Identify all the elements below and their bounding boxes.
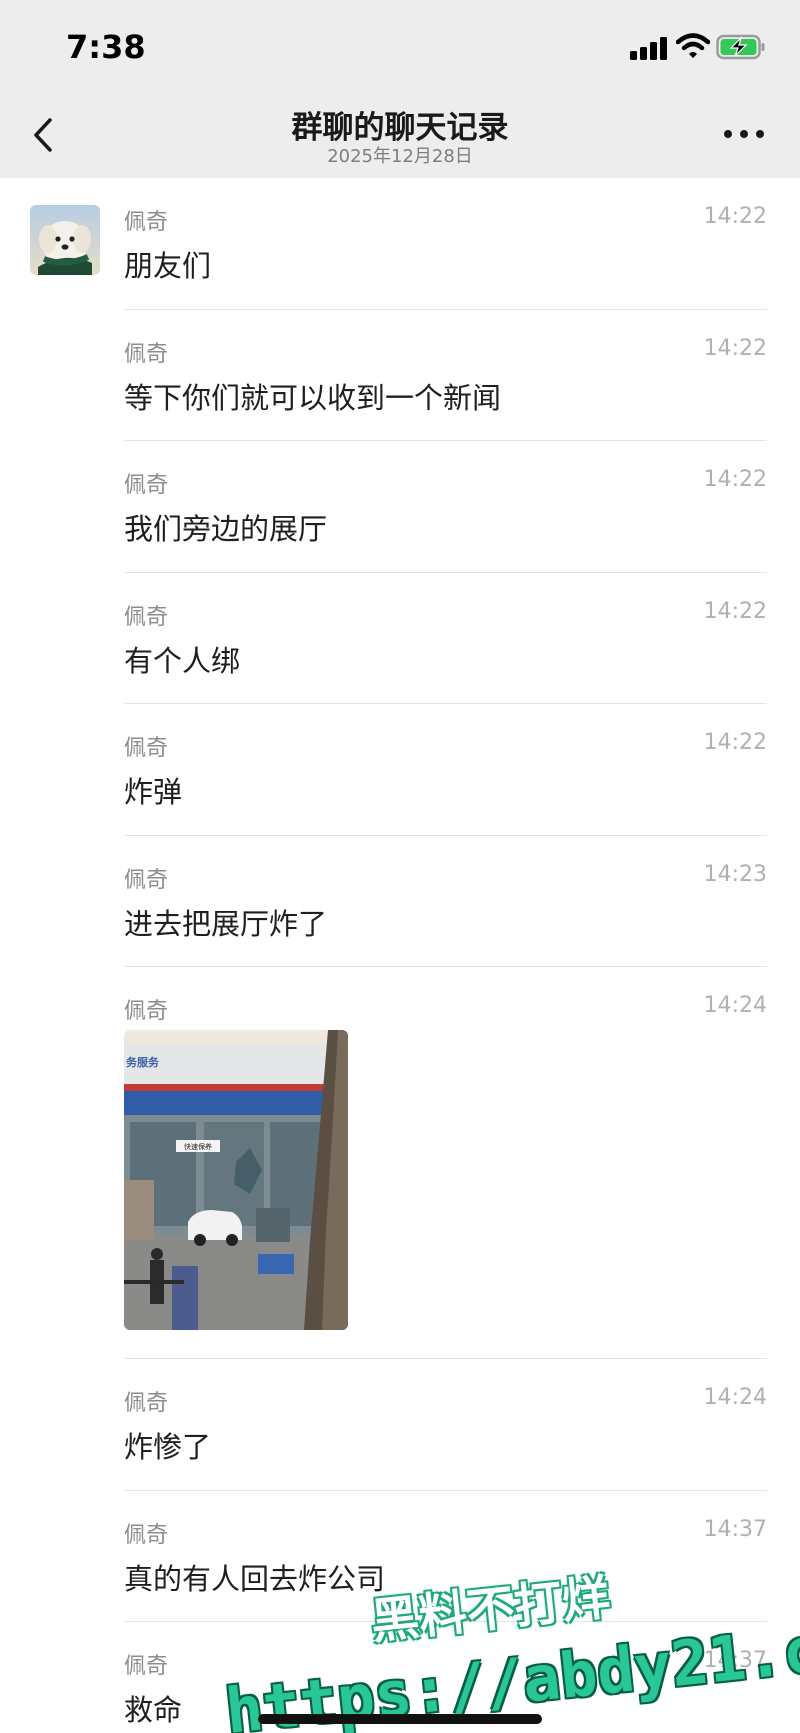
message-text: 进去把展厅炸了: [124, 906, 328, 941]
message-sender: 佩奇: [124, 867, 169, 893]
svg-text:快速保养: 快速保养: [184, 1142, 212, 1151]
message-sender: 佩奇: [124, 341, 169, 367]
message-sender: 佩奇: [124, 604, 169, 630]
message-sender: 佩奇: [124, 999, 169, 1024]
message-text: 救命: [124, 1693, 183, 1727]
home-indicator[interactable]: [258, 1714, 542, 1724]
message-time: 14:24: [703, 1385, 767, 1410]
message-sender: 佩奇: [124, 1654, 169, 1679]
more-icon[interactable]: [724, 130, 764, 140]
message-text: 等下你们就可以收到一个新闻: [124, 380, 502, 415]
message-time: 14:37: [703, 1516, 767, 1542]
message-time: 14:22: [703, 598, 767, 624]
message-item[interactable]: 佩奇 14:22 我们旁边的展厅: [0, 441, 800, 573]
message-item[interactable]: 佩奇 14:22 等下你们就可以收到一个新闻: [0, 310, 800, 441]
message-image[interactable]: 务服务 快速保养: [124, 1030, 348, 1330]
message-time: 14:37: [703, 1648, 767, 1673]
message-sender: 佩奇: [124, 1391, 169, 1416]
message-text: 真的有人回去炸公司: [124, 1561, 386, 1596]
battery-charging-icon: [716, 34, 765, 60]
message-sender: 佩奇: [124, 210, 169, 235]
message-text: 有个人绑: [124, 643, 241, 678]
wifi-icon: [676, 33, 710, 58]
message-list: 佩奇 14:22 朋友们 佩奇 14:22 等下你们就可以收到一个新闻 佩奇 1…: [0, 178, 800, 1733]
message-item[interactable]: 佩奇 14:24 炸惨了: [0, 1359, 800, 1491]
svg-text:务服务: 务服务: [126, 1055, 160, 1069]
message-item[interactable]: 佩奇 14:22 炸弹: [0, 704, 800, 836]
avatar[interactable]: [30, 205, 100, 275]
message-item[interactable]: 佩奇 14:23 进去把展厅炸了: [0, 836, 800, 967]
message-item[interactable]: 佩奇 14:24 务服务 快速保养: [0, 967, 800, 1359]
message-item[interactable]: 佩奇 14:22 有个人绑: [0, 573, 800, 704]
signal-icon: [630, 36, 668, 60]
message-time: 14:22: [703, 204, 767, 229]
message-text: 朋友们: [124, 249, 212, 283]
message-text: 炸惨了: [124, 1430, 212, 1464]
status-time: 7:38: [66, 28, 146, 66]
status-bar: 7:38: [0, 0, 800, 92]
nav-bar: 群聊的聊天记录 2025年12月28日: [0, 92, 800, 178]
message-sender: 佩奇: [124, 736, 169, 761]
message-time: 14:24: [703, 993, 767, 1018]
message-time: 14:22: [703, 467, 767, 492]
message-time: 14:22: [703, 335, 767, 361]
message-sender: 佩奇: [124, 1522, 169, 1548]
message-text: 炸弹: [124, 775, 183, 809]
page-subtitle-date: 2025年12月28日: [327, 146, 473, 167]
message-text: 我们旁边的展厅: [124, 512, 328, 546]
page-title: 群聊的聊天记录: [291, 110, 509, 146]
message-time: 14:23: [703, 861, 767, 887]
message-sender: 佩奇: [124, 473, 169, 498]
message-item[interactable]: 佩奇 14:37 真的有人回去炸公司: [0, 1491, 800, 1622]
message-item[interactable]: 佩奇 14:22 朋友们: [0, 178, 800, 310]
message-time: 14:22: [703, 730, 767, 755]
